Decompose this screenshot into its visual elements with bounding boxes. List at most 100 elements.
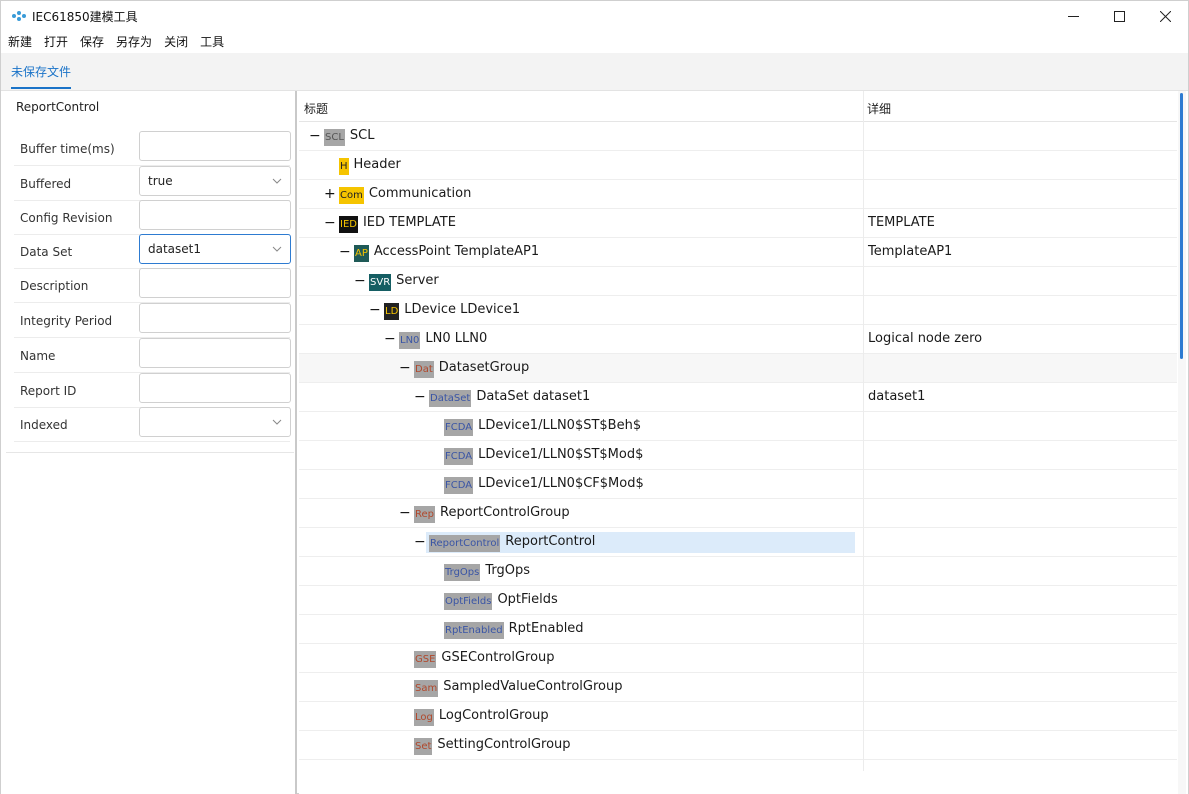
properties-title: ReportControl — [16, 100, 100, 114]
property-input[interactable] — [139, 373, 291, 403]
tree-row[interactable]: FCDA LDevice1/LLN0$ST$Mod$ — [299, 441, 1177, 470]
tree-panel: 标题 详细 − SCL SCL H Header + Com Communication − IE… — [299, 91, 1188, 794]
node-type-badge: ReportControl — [429, 535, 501, 552]
node-type-badge: Set — [414, 738, 433, 755]
node-detail: TemplateAP1 — [868, 244, 953, 259]
menu-tools[interactable]: 工具 — [200, 31, 224, 53]
collapse-icon[interactable]: − — [369, 303, 381, 317]
tree-row[interactable]: − LD LDevice LDevice1 — [299, 296, 1177, 325]
node-label: LN0 LLN0 — [425, 331, 488, 346]
tree-row[interactable]: − LN0 LN0 LLN0 Logical node zero — [299, 325, 1177, 354]
node-label: TrgOps — [485, 563, 531, 578]
property-value: dataset1 — [148, 242, 202, 256]
property-input[interactable] — [139, 131, 291, 161]
tree-row[interactable]: OptFields OptFields — [299, 586, 1177, 615]
property-input[interactable] — [139, 338, 291, 368]
property-row: Indexed — [14, 407, 291, 442]
column-header-title[interactable]: 标题 — [304, 100, 328, 117]
collapse-icon[interactable]: − — [384, 332, 396, 346]
collapse-icon[interactable]: − — [309, 129, 321, 143]
property-row: Report ID — [14, 373, 291, 408]
chevron-down-icon — [272, 419, 282, 425]
tree-scrollbar[interactable] — [1178, 91, 1186, 794]
collapse-icon[interactable]: − — [414, 535, 426, 549]
menu-close[interactable]: 关闭 — [164, 31, 188, 53]
menu-save[interactable]: 保存 — [80, 31, 104, 53]
node-label: LDevice1/LLN0$ST$Mod$ — [478, 447, 644, 462]
collapse-icon[interactable]: − — [399, 361, 411, 375]
tree-row[interactable]: FCDA LDevice1/LLN0$ST$Beh$ — [299, 412, 1177, 441]
menu-save-as[interactable]: 另存为 — [116, 31, 152, 53]
tree-row[interactable]: TrgOps TrgOps — [299, 557, 1177, 586]
app-window: IEC61850建模工具 新建 打开 保存 另存为 关闭 工具 未保存文件 Re… — [0, 0, 1189, 794]
tree-row[interactable]: Sam SampledValueControlGroup — [299, 673, 1177, 702]
property-label: Indexed — [20, 418, 68, 432]
property-input[interactable] — [139, 268, 291, 298]
node-type-badge: Rep — [414, 506, 435, 523]
node-type-badge: LD — [384, 303, 400, 320]
menu-new[interactable]: 新建 — [8, 31, 32, 53]
property-select[interactable]: dataset1 — [139, 234, 291, 264]
window-title: IEC61850建模工具 — [32, 10, 138, 24]
collapse-icon[interactable]: − — [414, 390, 426, 404]
document-tabs: 未保存文件 — [1, 53, 1188, 91]
node-type-badge: GSE — [414, 651, 437, 668]
properties-card: ReportControl Buffer time(ms) Buffered tru… — [6, 91, 294, 453]
collapse-icon[interactable]: − — [339, 245, 351, 259]
chevron-down-icon — [272, 178, 282, 184]
property-value: true — [148, 174, 173, 188]
node-label: Header — [353, 157, 401, 172]
property-row: Name — [14, 338, 291, 373]
node-type-badge: Sam — [414, 680, 439, 697]
app-logo-icon — [12, 11, 26, 21]
tree-row[interactable]: − IED IED TEMPLATE TEMPLATE — [299, 209, 1177, 238]
tree-row[interactable]: FCDA LDevice1/LLN0$CF$Mod$ — [299, 470, 1177, 499]
node-label: LDevice LDevice1 — [404, 302, 521, 317]
tree-row[interactable]: − AP AccessPoint TemplateAP1 TemplateAP1 — [299, 238, 1177, 267]
collapse-icon[interactable]: − — [324, 216, 336, 230]
node-type-badge: AP — [354, 245, 369, 262]
tree-row[interactable]: GSE GSEControlGroup — [299, 644, 1177, 673]
node-type-badge: H — [339, 158, 349, 175]
tree-row[interactable]: Log LogControlGroup — [299, 702, 1177, 731]
tree-row[interactable]: − ReportControl ReportControl — [299, 528, 1177, 557]
property-row: Config Revision — [14, 200, 291, 235]
property-select[interactable]: true — [139, 166, 291, 196]
maximize-icon — [1113, 10, 1125, 22]
node-label: IED TEMPLATE — [362, 215, 456, 230]
node-type-badge: LN0 — [399, 332, 421, 349]
node-type-badge: SCL — [324, 129, 345, 146]
menu-open[interactable]: 打开 — [44, 31, 68, 53]
property-input[interactable] — [139, 303, 291, 333]
node-type-badge: RptEnabled — [444, 622, 504, 639]
tree-row[interactable]: RptEnabled RptEnabled — [299, 615, 1177, 644]
tree-row[interactable]: + Com Communication — [299, 180, 1177, 209]
collapse-icon[interactable]: − — [354, 274, 366, 288]
minimize-button[interactable] — [1050, 1, 1096, 31]
node-type-badge: Dat — [414, 361, 434, 378]
tree-row[interactable]: − DataSet DataSet dataset1 dataset1 — [299, 383, 1177, 412]
tree-row[interactable]: − SVR Server — [299, 267, 1177, 296]
tree-row[interactable]: − Dat DatasetGroup — [299, 354, 1177, 383]
tree-row[interactable]: − SCL SCL — [299, 122, 1177, 151]
tree-row[interactable]: − Rep ReportControlGroup — [299, 499, 1177, 528]
node-label: Communication — [368, 186, 472, 201]
node-label: ReportControl — [505, 534, 596, 549]
property-label: Integrity Period — [20, 314, 113, 328]
node-label: SCL — [349, 128, 375, 143]
title-bar[interactable]: IEC61850建模工具 — [1, 1, 1188, 31]
property-label: Report ID — [20, 384, 77, 398]
column-header-detail[interactable]: 详细 — [867, 100, 891, 117]
tree-row[interactable]: Set SettingControlGroup — [299, 731, 1177, 760]
property-input[interactable] — [139, 200, 291, 230]
collapse-icon[interactable]: − — [399, 506, 411, 520]
maximize-button[interactable] — [1096, 1, 1142, 31]
node-type-badge: Com — [339, 187, 364, 204]
close-button[interactable] — [1142, 1, 1188, 31]
node-label: OptFields — [497, 592, 558, 607]
tab-unsaved-file[interactable]: 未保存文件 — [7, 53, 75, 89]
expand-icon[interactable]: + — [324, 187, 336, 201]
property-select[interactable] — [139, 407, 291, 437]
tree-row[interactable]: H Header — [299, 151, 1177, 180]
scrollbar-thumb[interactable] — [1180, 93, 1183, 359]
